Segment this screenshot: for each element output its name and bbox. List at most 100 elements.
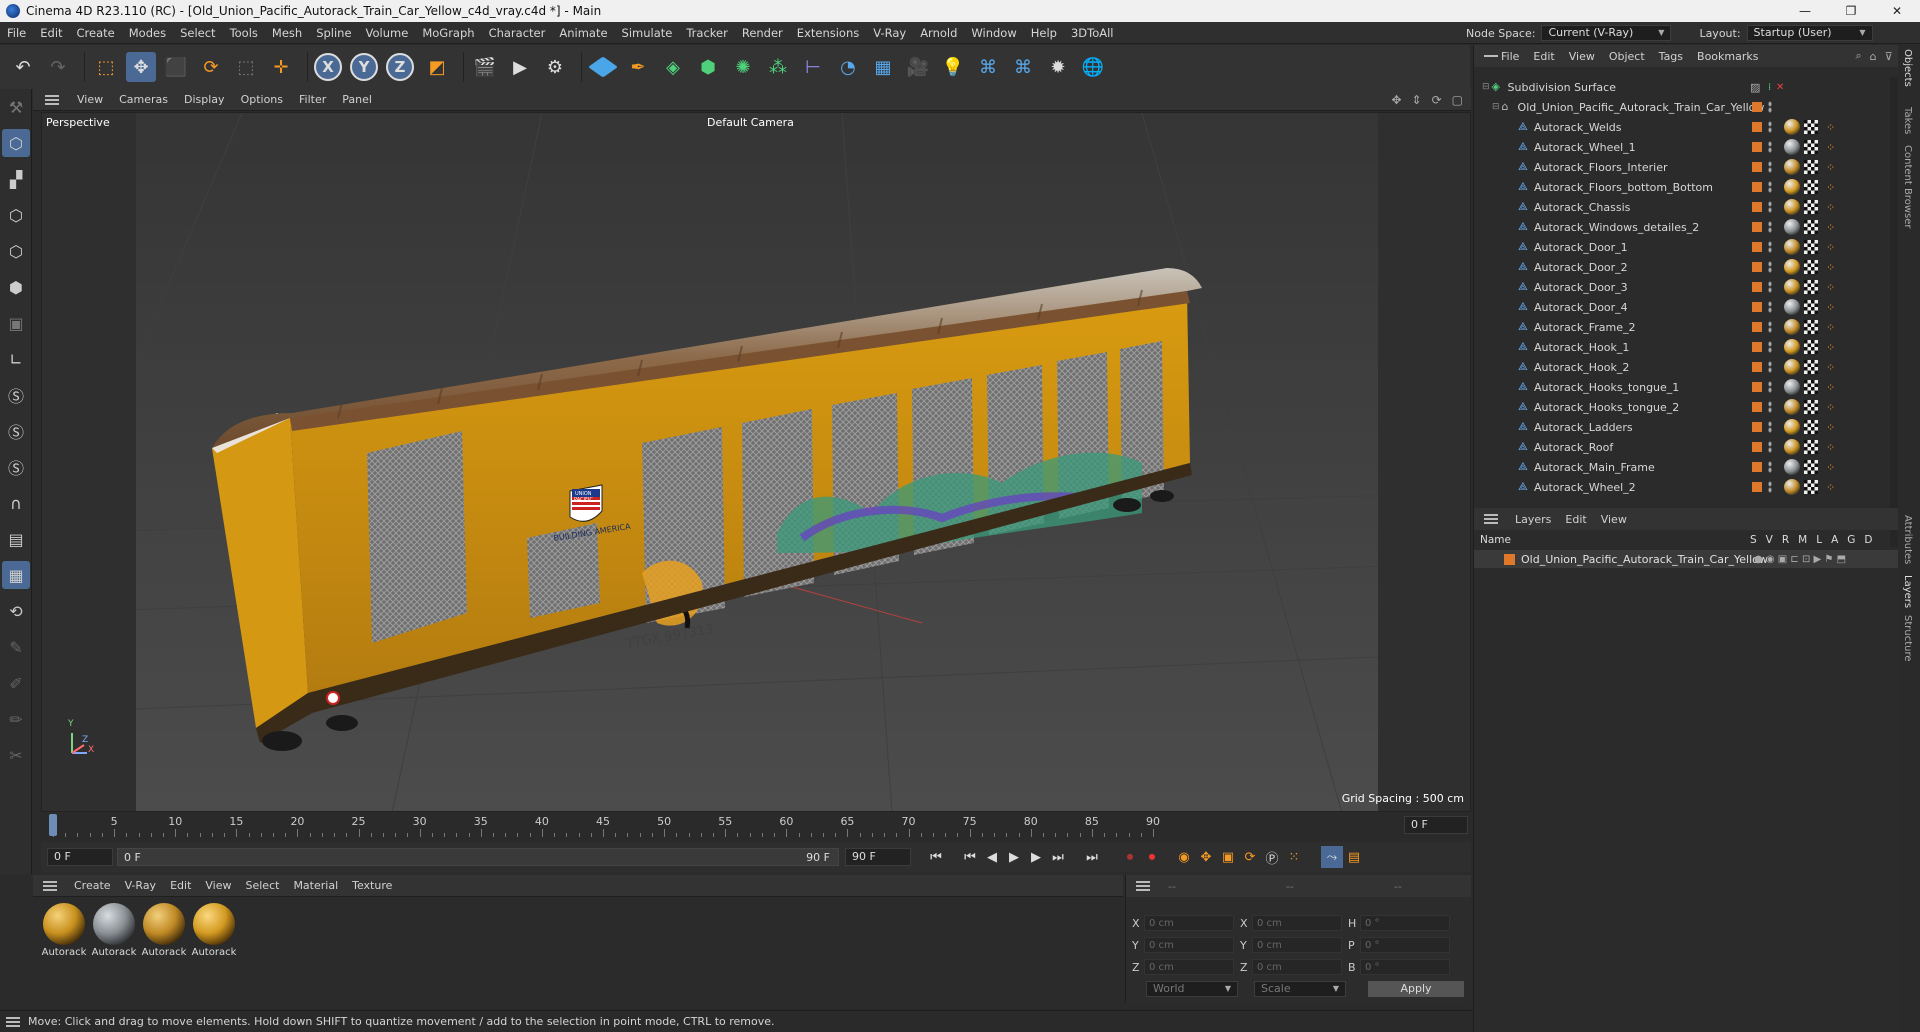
material-tag-icon[interactable]	[1784, 219, 1800, 235]
material-tag-icon[interactable]	[1784, 479, 1800, 495]
rotate-tool-icon[interactable]: ⟳	[196, 52, 226, 82]
object-row[interactable]: ⟁ Autorack_Ladders ⁘	[1474, 417, 1890, 437]
uvw-tag-icon[interactable]: ⁘	[1826, 281, 1838, 294]
object-menu-view[interactable]: View	[1562, 50, 1602, 63]
maximize-button[interactable]: ❐	[1828, 0, 1874, 22]
vray-tag-icon[interactable]	[1804, 320, 1818, 334]
layer-color-chip[interactable]	[1752, 142, 1762, 152]
coord-type-select[interactable]: Scale ▼	[1254, 981, 1346, 997]
object-row[interactable]: ⟁ Autorack_Door_4 ⁘	[1474, 297, 1890, 317]
viewport-menu-view[interactable]: View	[69, 93, 111, 106]
uvw-tag-icon[interactable]: ⁘	[1826, 361, 1838, 374]
uvw-tag-icon[interactable]: ⁘	[1826, 341, 1838, 354]
globe-icon[interactable]: 🌐	[1078, 52, 1108, 82]
main-menu-item[interactable]: Arnold	[913, 22, 964, 44]
layer-color-swatch[interactable]	[1504, 553, 1515, 565]
visibility-dots-icon[interactable]	[1768, 181, 1772, 193]
layer-color-chip[interactable]	[1752, 162, 1762, 172]
position-y-field[interactable]: 0 cm	[1144, 937, 1234, 953]
node-space-select[interactable]: Current (V-Ray) ▼	[1541, 25, 1672, 41]
snap-icon[interactable]: Ⓢ	[2, 381, 30, 409]
hamburger-menu-icon[interactable]	[6, 1016, 20, 1027]
uvw-tag-icon[interactable]: ⁘	[1826, 201, 1838, 214]
uvw-tag-icon[interactable]: ⁘	[1826, 401, 1838, 414]
vray-tag-icon[interactable]	[1804, 440, 1818, 454]
timeline-playhead[interactable]	[49, 814, 57, 836]
snap-settings-icon[interactable]: Ⓢ	[2, 417, 30, 445]
visibility-dots-icon[interactable]: ⁞	[1768, 82, 1771, 93]
x-axis-lock-icon[interactable]: X	[314, 53, 342, 81]
material-item[interactable]: Autorack	[41, 903, 87, 958]
main-menu-item[interactable]: Tools	[223, 22, 265, 44]
layer-color-chip[interactable]	[1752, 222, 1762, 232]
uvw-tag-icon[interactable]: ⁘	[1826, 241, 1838, 254]
previous-frame-icon[interactable]: ◀	[981, 846, 1003, 868]
uvw-tag-icon[interactable]: ⁘	[1826, 481, 1838, 494]
material-tag-icon[interactable]	[1784, 119, 1800, 135]
side-tab-takes[interactable]: Takes	[1902, 107, 1913, 134]
main-menu-item[interactable]: Extensions	[790, 22, 866, 44]
material-menu-create[interactable]: Create	[67, 879, 118, 892]
main-menu-item[interactable]: Select	[173, 22, 222, 44]
main-menu-item[interactable]: Create	[70, 22, 122, 44]
visibility-dots-icon[interactable]	[1768, 241, 1772, 253]
current-frame-field[interactable]: 0 F	[1404, 816, 1468, 834]
move-tool-icon[interactable]: ✥	[126, 52, 156, 82]
record-keys-icon[interactable]: ⏺	[1119, 846, 1141, 868]
dolly-view-icon[interactable]: ⇕	[1412, 93, 1422, 107]
object-row[interactable]: ⟁ Autorack_Hook_2 ⁘	[1474, 357, 1890, 377]
main-menu-item[interactable]: Window	[964, 22, 1023, 44]
visibility-dots-icon[interactable]	[1768, 461, 1772, 473]
light-object-icon[interactable]: 💡	[938, 52, 968, 82]
material-menu-view[interactable]: View	[198, 879, 238, 892]
vray-tag-icon[interactable]	[1804, 240, 1818, 254]
visibility-dots-icon[interactable]	[1768, 101, 1772, 113]
object-menu-edit[interactable]: Edit	[1526, 50, 1561, 63]
layer-color-chip[interactable]	[1752, 202, 1762, 212]
visibility-dots-icon[interactable]	[1768, 421, 1772, 433]
main-menu-item[interactable]: Help	[1024, 22, 1064, 44]
vray-tag-icon[interactable]	[1804, 140, 1818, 154]
rotation-p-field[interactable]: 0 °	[1360, 937, 1450, 953]
grid-plane-icon[interactable]: ▤	[2, 525, 30, 553]
visibility-dots-icon[interactable]	[1768, 261, 1772, 273]
recent-tools-icon[interactable]: ⬚	[231, 52, 261, 82]
python-generator-icon[interactable]: ⌘	[1008, 52, 1038, 82]
layer-color-chip[interactable]	[1752, 282, 1762, 292]
autokey-icon[interactable]: ⏺	[1141, 846, 1163, 868]
size-z-field[interactable]: 0 cm	[1252, 959, 1342, 975]
size-y-field[interactable]: 0 cm	[1252, 937, 1342, 953]
object-row-group[interactable]: ⊟ ⌂ Old_Union_Pacific_Autorack_Train_Car…	[1474, 97, 1890, 117]
object-row[interactable]: ⟁ Autorack_Welds ⁘	[1474, 117, 1890, 137]
side-tab-layers[interactable]: Layers	[1902, 575, 1913, 608]
filter-icon[interactable]: ⊽	[1885, 50, 1893, 63]
scale-tool-icon[interactable]: ⬛	[161, 52, 191, 82]
knife-tool-icon[interactable]: ✂	[2, 741, 30, 769]
size-x-field[interactable]: 0 cm	[1252, 915, 1342, 931]
layer-color-chip[interactable]	[1752, 322, 1762, 332]
motion-system-icon[interactable]: ⤳	[1321, 846, 1343, 868]
main-menu-item[interactable]: Edit	[33, 22, 69, 44]
layer-menu-layers[interactable]: Layers	[1508, 513, 1558, 526]
material-menu-select[interactable]: Select	[239, 879, 287, 892]
main-menu-item[interactable]: Character	[482, 22, 553, 44]
uvw-tag-icon[interactable]: ⁘	[1826, 381, 1838, 394]
z-axis-lock-icon[interactable]: Z	[386, 53, 414, 81]
settings-gear-icon[interactable]: ✹	[1043, 52, 1073, 82]
viewport-camera-name[interactable]: Default Camera	[707, 116, 794, 129]
uvw-tag-icon[interactable]: ⁘	[1826, 321, 1838, 334]
play-icon[interactable]: ▶	[1003, 846, 1025, 868]
floor-object-icon[interactable]: ▦	[868, 52, 898, 82]
viewport-menu-display[interactable]: Display	[176, 93, 233, 106]
grid-snap-icon[interactable]: ▦	[2, 561, 30, 589]
vray-tag-icon[interactable]	[1804, 160, 1818, 174]
main-menu-item[interactable]: Mesh	[265, 22, 309, 44]
cube-object-icon[interactable]	[588, 52, 618, 82]
layer-color-chip[interactable]	[1752, 182, 1762, 192]
layer-color-chip[interactable]	[1752, 342, 1762, 352]
magnet-icon[interactable]: ∩	[2, 489, 30, 517]
visibility-dots-icon[interactable]	[1768, 341, 1772, 353]
main-menu-item[interactable]: Simulate	[615, 22, 680, 44]
layer-color-chip[interactable]	[1752, 442, 1762, 452]
material-menu-vray[interactable]: V-Ray	[118, 879, 164, 892]
